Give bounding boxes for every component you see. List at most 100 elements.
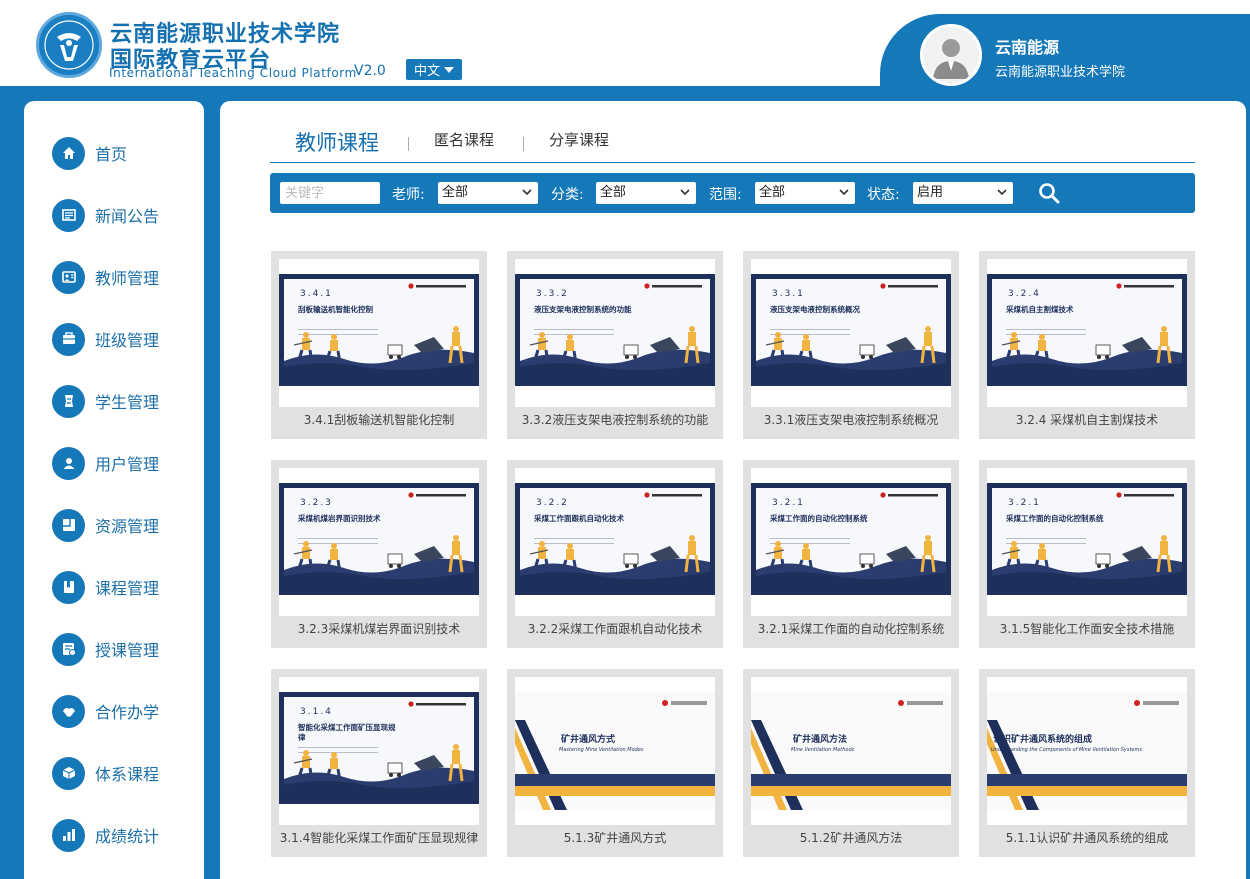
- teaching-icon: [52, 632, 85, 666]
- course-thumbnail[interactable]: 3.2.2 采煤工作面跟机自动化技术: [515, 468, 715, 616]
- slide-frame: 3.2.1 采煤工作面的自动化控制系统: [751, 483, 951, 595]
- course-title[interactable]: 3.2.1采煤工作面的自动化控制系统: [743, 620, 959, 637]
- sidebar-item-label: 成绩统计: [95, 827, 160, 846]
- course-title[interactable]: 3.2.3采煤机煤岩界面识别技术: [271, 620, 487, 637]
- slide-title: 采煤工作面的自动化控制系统: [1006, 514, 1104, 523]
- course-title[interactable]: 3.2.4 采煤机自主割煤技术: [979, 411, 1195, 428]
- course-title[interactable]: 5.1.2矿井通风方法: [743, 829, 959, 846]
- course-thumbnail[interactable]: 3.3.2 液压支架电液控制系统的功能: [515, 259, 715, 407]
- slide-title: 认识矿井通风系统的组成: [993, 735, 1093, 745]
- slide-title: 采煤机自主割煤技术: [1006, 305, 1074, 314]
- course-thumbnail[interactable]: 3.4.1 刮板输送机智能化控制: [279, 259, 479, 407]
- sidebar-item-student[interactable]: 学生管理: [52, 384, 159, 418]
- course-card[interactable]: 矿井通风方法 Mine Ventilation Methods 5.1.2矿井通风方…: [743, 669, 959, 857]
- user-icon: [52, 446, 85, 480]
- course-title[interactable]: 3.3.1液压支架电液控制系统概况: [743, 411, 959, 428]
- brand-logo-icon: [408, 283, 466, 289]
- course-thumbnail[interactable]: 认识矿井通风系统的组成 Understanding the Components …: [987, 677, 1187, 825]
- course-thumbnail[interactable]: 3.2.3 采煤机煤岩界面识别技术: [279, 468, 479, 616]
- slide-frame: 3.2.2 采煤工作面跟机自动化技术: [515, 483, 715, 595]
- slide-number: 3.3.1: [772, 289, 805, 299]
- sidebar-item-label: 资源管理: [95, 517, 160, 536]
- category-select-value: 全部: [600, 185, 627, 200]
- sidebar-item-cooperation[interactable]: 合作办学: [52, 694, 159, 728]
- sidebar-item-home[interactable]: 首页: [52, 136, 127, 170]
- course-card[interactable]: 矿井通风方式 Mastering Mine Ventilation Modes 5.…: [507, 669, 723, 857]
- language-dropdown[interactable]: 中文: [406, 59, 462, 80]
- status-filter-label: 状态:: [867, 187, 900, 203]
- course-title[interactable]: 3.1.5智能化工作面安全技术措施: [979, 620, 1195, 637]
- brand-logo-icon: [408, 701, 466, 707]
- scope-select[interactable]: 全部: [755, 182, 855, 204]
- teacher-select-value: 全部: [442, 185, 469, 200]
- user-avatar-icon: [923, 27, 979, 83]
- keyword-input[interactable]: [280, 182, 380, 204]
- version-label: V2.0: [354, 63, 386, 79]
- search-icon[interactable]: [1038, 182, 1060, 204]
- course-thumbnail[interactable]: 3.2.4 采煤机自主割煤技术: [987, 259, 1187, 407]
- status-select-value: 启用: [917, 185, 944, 200]
- course-title[interactable]: 5.1.3矿井通风方式: [507, 829, 723, 846]
- course-title[interactable]: 3.3.2液压支架电液控制系统的功能: [507, 411, 723, 428]
- sidebar-item-system-course[interactable]: 体系课程: [52, 756, 159, 790]
- user-name: 云南能源: [995, 38, 1060, 57]
- course-card[interactable]: 3.3.2 液压支架电液控制系统的功能 3.3.2液压支架电液控制系统的功能: [507, 251, 723, 439]
- sidebar-item-user[interactable]: 用户管理: [52, 446, 159, 480]
- tab-separator: [523, 137, 524, 151]
- course-thumbnail[interactable]: 3.2.1 采煤工作面的自动化控制系统: [987, 468, 1187, 616]
- site-title-en: International Teaching Cloud Platform: [109, 66, 357, 80]
- student-icon: [52, 384, 85, 418]
- chevron-down-icon: [839, 189, 849, 196]
- course-card[interactable]: 3.2.3 采煤机煤岩界面识别技术 3.2.3采煤机煤岩界面识别技术: [271, 460, 487, 648]
- course-card[interactable]: 3.3.1 液压支架电液控制系统概况 3.3.1液压支架电液控制系统概况: [743, 251, 959, 439]
- slide-number: 3.2.1: [1008, 498, 1041, 508]
- status-select[interactable]: 启用: [913, 182, 1013, 204]
- sidebar-item-news[interactable]: 新闻公告: [52, 198, 159, 232]
- course-thumbnail[interactable]: 矿井通风方法 Mine Ventilation Methods: [751, 677, 951, 825]
- tab-shared-courses[interactable]: 分享课程: [549, 129, 609, 150]
- slide-frame: 3.3.1 液压支架电液控制系统概况: [751, 274, 951, 386]
- sidebar-item-label: 学生管理: [95, 393, 160, 412]
- course-title[interactable]: 3.4.1刮板输送机智能化控制: [271, 411, 487, 428]
- slide-number: 3.2.4: [1008, 289, 1041, 299]
- sidebar-item-teacher[interactable]: 教师管理: [52, 260, 159, 294]
- stats-icon: [52, 818, 85, 852]
- category-select[interactable]: 全部: [596, 182, 696, 204]
- course-card[interactable]: 3.2.1 采煤工作面的自动化控制系统 3.2.1采煤工作面的自动化控制系统: [743, 460, 959, 648]
- sidebar-item-label: 合作办学: [95, 703, 160, 722]
- course-card[interactable]: 3.1.4 智能化采煤工作面矿压显现规律 3.1.4智能化采煤工作面矿压显现规律: [271, 669, 487, 857]
- avatar[interactable]: [920, 24, 982, 86]
- tab-anonymous-courses[interactable]: 匿名课程: [434, 129, 494, 150]
- course-title[interactable]: 3.2.2采煤工作面跟机自动化技术: [507, 620, 723, 637]
- course-card[interactable]: 3.2.4 采煤机自主割煤技术 3.2.4 采煤机自主割煤技术: [979, 251, 1195, 439]
- brand-logo-icon: [880, 283, 938, 289]
- tab-teacher-courses[interactable]: 教师课程: [295, 127, 379, 157]
- course-title[interactable]: 5.1.1认识矿井通风系统的组成: [979, 829, 1195, 846]
- slide-number: 3.2.1: [772, 498, 805, 508]
- course-card[interactable]: 认识矿井通风系统的组成 Understanding the Components …: [979, 669, 1195, 857]
- sidebar-item-label: 首页: [95, 145, 128, 164]
- slide-number: 3.4.1: [300, 289, 333, 299]
- teacher-icon: [52, 260, 85, 294]
- course-thumbnail[interactable]: 3.3.1 液压支架电液控制系统概况: [751, 259, 951, 407]
- course-title[interactable]: 3.1.4智能化采煤工作面矿压显现规律: [271, 829, 487, 846]
- course-thumbnail[interactable]: 3.1.4 智能化采煤工作面矿压显现规律: [279, 677, 479, 825]
- sidebar-item-label: 班级管理: [95, 331, 160, 350]
- miner-illustration: [284, 744, 474, 793]
- sidebar-item-label: 体系课程: [95, 765, 160, 784]
- course-card[interactable]: 3.2.1 采煤工作面的自动化控制系统 3.1.5智能化工作面安全技术措施: [979, 460, 1195, 648]
- course-thumbnail[interactable]: 3.2.1 采煤工作面的自动化控制系统: [751, 468, 951, 616]
- sidebar-item-resource[interactable]: 资源管理: [52, 508, 159, 542]
- course-icon: [52, 570, 85, 604]
- sidebar-item-course[interactable]: 课程管理: [52, 570, 159, 604]
- sidebar-item-class[interactable]: 班级管理: [52, 322, 159, 356]
- slide-frame: 3.2.4 采煤机自主割煤技术: [987, 274, 1187, 386]
- teacher-select[interactable]: 全部: [438, 182, 538, 204]
- sidebar-item-label: 教师管理: [95, 269, 160, 288]
- sidebar-item-stats[interactable]: 成绩统计: [52, 818, 159, 852]
- course-thumbnail[interactable]: 矿井通风方式 Mastering Mine Ventilation Modes: [515, 677, 715, 825]
- sidebar-item-teaching[interactable]: 授课管理: [52, 632, 159, 666]
- course-card[interactable]: 3.2.2 采煤工作面跟机自动化技术 3.2.2采煤工作面跟机自动化技术: [507, 460, 723, 648]
- course-card[interactable]: 3.4.1 刮板输送机智能化控制 3.4.1刮板输送机智能化控制: [271, 251, 487, 439]
- slide-number: 3.2.2: [536, 498, 569, 508]
